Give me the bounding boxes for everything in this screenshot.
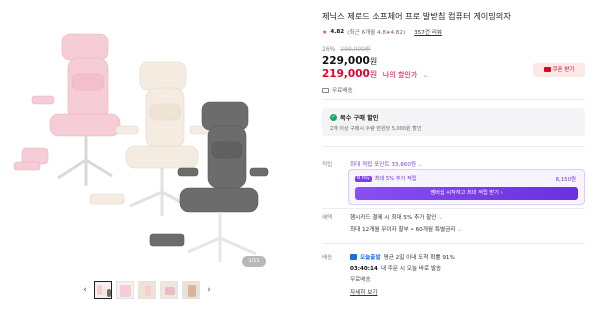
membership-points-box: N Pay 최대 5% 추가 적립 8,150원 멤버십 시작하고 최대 적립 …: [348, 169, 585, 205]
my-discount-price[interactable]: 219,000원 나의 할인가 ⌄: [322, 68, 428, 80]
extra-points-row: N Pay 최대 5% 추가 적립: [355, 175, 417, 182]
product-gallery: 1/11 ‹ ›: [0, 0, 300, 314]
check-circle-icon: ✓: [330, 114, 337, 121]
divider: [322, 243, 585, 244]
card-benefit[interactable]: 햄시카드 결제 시 최대 5% 추가 할인 ⌄: [350, 213, 443, 221]
my-price-label: 나의 할인가: [382, 71, 418, 79]
max-points-link[interactable]: 최대 적립 포인트 33,860원 ⌄: [350, 160, 423, 168]
truck-icon: [322, 87, 329, 93]
chevron-right-icon[interactable]: ›: [204, 285, 214, 295]
free-shipping-label: 무료배송: [332, 88, 353, 94]
arrival-rate: 평균 2일 이내 도착 확률 91%: [383, 255, 455, 261]
coupon-button-label: 쿠폰 받기: [552, 67, 575, 73]
multi-purchase-box: ✓ 복수 구매 할인 2개 이상 구매시 수량 만원당 5,000원 할인: [322, 108, 585, 136]
max-points-text: 최대 적립 포인트 33,860원: [350, 162, 417, 168]
multi-purchase-title-text: 복수 구매 할인: [340, 115, 379, 122]
today-shipping-badge: 오늘출발: [360, 255, 381, 261]
npay-badge: N Pay: [355, 175, 372, 182]
free-shipping: 무료배송: [322, 86, 353, 94]
installment-benefit[interactable]: 최대 12개월 무이자 할부 • 60개월 특별금리 ⌄: [350, 225, 462, 233]
card-benefit-text: 햄시카드 결제 시 최대 5% 추가 할인: [350, 215, 437, 221]
thumbnail-strip: ‹ ›: [80, 280, 214, 300]
sale-price-unit: 원: [369, 57, 378, 66]
my-price-unit: 원: [369, 70, 378, 79]
pink-chair: [13, 33, 121, 171]
divider: [322, 99, 585, 100]
thumbnail-4[interactable]: [160, 281, 178, 299]
discount-row: 26% 299,000원: [322, 44, 371, 53]
product-info-panel: 제닉스 제로드 소프체어 프로 발받침 컴퓨터 게이밍의자 ★ 4.82 (최근…: [306, 0, 590, 314]
divider: [322, 208, 585, 209]
chevron-left-icon[interactable]: ‹: [80, 285, 90, 295]
reviews-link[interactable]: 357건 리뷰: [414, 28, 442, 36]
thumbnail-2[interactable]: [116, 281, 134, 299]
chevron-down-icon: ⌄: [422, 72, 428, 79]
divider: [322, 146, 585, 147]
membership-cta-label: 멤버십 시작하고 최대 적립 받기: [430, 190, 499, 196]
cutoff-timer: 03:40:14: [350, 266, 378, 272]
benefits-label: 혜택: [322, 215, 333, 221]
multi-purchase-subtitle: 2개 이상 구매시 수량 만원당 5,000원 할인: [330, 126, 422, 132]
chevron-down-icon: ⌄: [417, 162, 423, 168]
delivery-label: 배송: [322, 255, 333, 261]
thumbnail-1[interactable]: [94, 281, 112, 299]
product-title: 제닉스 제로드 소프체어 프로 발받침 컴퓨터 게이밍의자: [322, 11, 511, 21]
installment-benefit-text: 최대 12개월 무이자 할부 • 60개월 특별금리: [350, 227, 456, 233]
today-shipping-row: 오늘출발 평균 2일 이내 도착 확률 91%: [350, 253, 455, 261]
my-price-value: 219,000: [322, 68, 370, 80]
coupon-button[interactable]: 쿠폰 받기: [533, 63, 585, 77]
chevron-down-icon: ⌄: [438, 215, 443, 221]
shipping-fee: 무료배송: [350, 277, 371, 283]
discount-rate: 26%: [322, 46, 336, 53]
points-label: 적립: [322, 162, 333, 168]
sale-price-value: 229,000: [322, 55, 370, 67]
multi-purchase-title: ✓ 복수 구매 할인: [330, 113, 378, 122]
thumbnail-3[interactable]: [138, 281, 156, 299]
cutoff-timer-row: 03:40:14 내 주문 시 오늘 바로 발송: [350, 264, 441, 272]
rating-detail: (최근 6개월 4.8★4.82): [347, 30, 406, 36]
today-shipping-icon: [350, 254, 357, 260]
star-icon: ★: [322, 28, 328, 36]
chairs-illustration: [13, 33, 269, 262]
thumbnail-5[interactable]: [182, 281, 200, 299]
original-price: 299,000원: [340, 46, 371, 53]
cutoff-timer-text: 내 주문 시 오늘 바로 발송: [380, 266, 442, 272]
chevron-right-icon: ›: [500, 190, 503, 196]
extra-points-amount: 8,150원: [555, 177, 576, 183]
shipping-details-link[interactable]: 자세히 보기: [350, 288, 378, 296]
rating-score: 4.82: [330, 29, 345, 35]
rating-row: ★ 4.82 (최근 6개월 4.8★4.82) 357건 리뷰: [322, 28, 442, 37]
chevron-down-icon: ⌄: [457, 227, 462, 233]
image-counter: 1/11: [242, 256, 266, 267]
coupon-icon: [543, 66, 551, 72]
membership-cta-button[interactable]: 멤버십 시작하고 최대 적립 받기 ›: [355, 187, 578, 200]
sale-price: 229,000원: [322, 55, 377, 67]
product-main-image[interactable]: [12, 8, 270, 270]
extra-points-text: 최대 5% 추가 적립: [374, 176, 417, 182]
